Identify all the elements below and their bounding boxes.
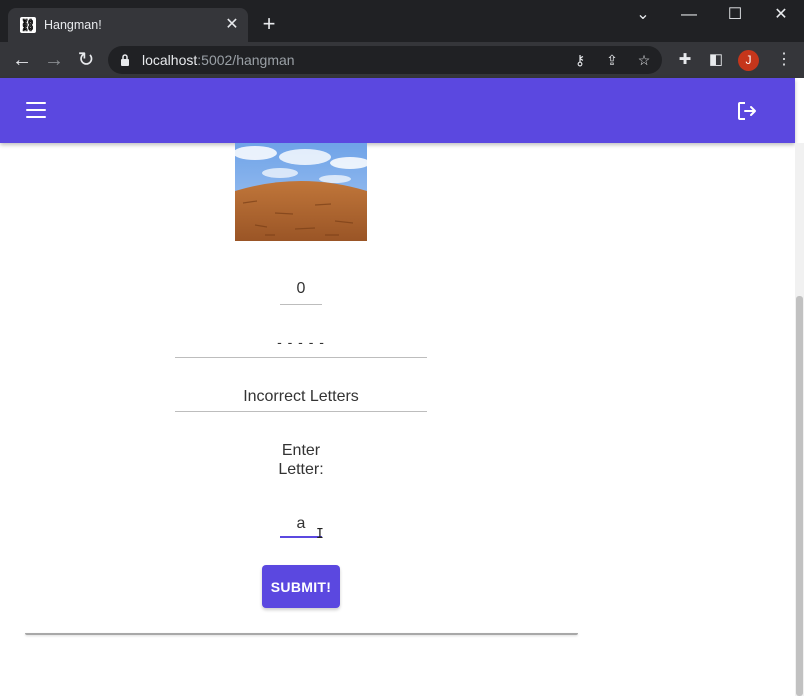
word-underline (175, 357, 427, 358)
guess-count: 0 (296, 280, 306, 297)
address-bar[interactable]: localhost:5002/hangman ⚷ ⇪ ☆ (108, 46, 662, 74)
browser-toolbar: ← → ↻ localhost:5002/hangman ⚷ ⇪ ☆ ✚ ◧ J… (0, 42, 804, 78)
lock-icon (121, 54, 129, 66)
bookmark-star-icon[interactable]: ☆ (634, 51, 654, 69)
word-display: - - - - - (277, 334, 325, 350)
maximize-icon[interactable]: ☐ (712, 4, 758, 26)
side-panel-icon[interactable]: ◧ (705, 50, 727, 70)
share-icon[interactable]: ⇪ (602, 51, 622, 69)
enter-letter-label: Enter Letter: (250, 441, 352, 479)
logout-icon[interactable] (736, 100, 758, 122)
key-icon[interactable]: ⚷ (570, 51, 590, 69)
app-header (0, 78, 795, 143)
scrollbar-thumb[interactable] (796, 296, 803, 696)
new-tab-icon[interactable]: + (258, 13, 280, 35)
submit-button[interactable]: SUBMIT! (262, 565, 340, 608)
enter-letter-label-line2: Letter: (278, 461, 324, 478)
hamburger-menu-icon[interactable] (26, 102, 46, 118)
profile-avatar[interactable]: J (738, 50, 759, 71)
url-text[interactable]: localhost:5002/hangman (142, 52, 295, 68)
close-tab-icon[interactable]: ✕ (222, 15, 242, 35)
browser-tab[interactable]: ⛓ Hangman! ✕ (8, 8, 248, 42)
url-host: localhost (142, 52, 198, 68)
card-bottom-edge (25, 633, 578, 635)
guess-count-underline (280, 304, 322, 305)
minimize-icon[interactable]: — (666, 4, 712, 26)
browser-menu-icon[interactable]: ⋮ (774, 50, 794, 70)
reload-icon[interactable]: ↻ (74, 48, 98, 72)
tab-title: Hangman! (44, 18, 102, 32)
back-icon[interactable]: ← (10, 48, 34, 72)
incorrect-letters-underline (175, 411, 427, 412)
hangman-image (235, 143, 367, 241)
text-cursor-icon: I (316, 527, 324, 542)
incorrect-letters-label: Incorrect Letters (243, 388, 359, 405)
close-window-icon[interactable]: ✕ (758, 4, 804, 26)
hangman-favicon-icon: ⛓ (20, 17, 36, 33)
tab-search-icon[interactable]: ⌄ (620, 4, 666, 26)
enter-letter-label-line1: Enter (281, 442, 321, 459)
extensions-icon[interactable]: ✚ (674, 50, 696, 70)
url-path: :5002/hangman (197, 52, 295, 68)
browser-titlebar: ⛓ Hangman! ✕ + ⌄ — ☐ ✕ (0, 0, 804, 42)
forward-icon[interactable]: → (42, 48, 66, 72)
